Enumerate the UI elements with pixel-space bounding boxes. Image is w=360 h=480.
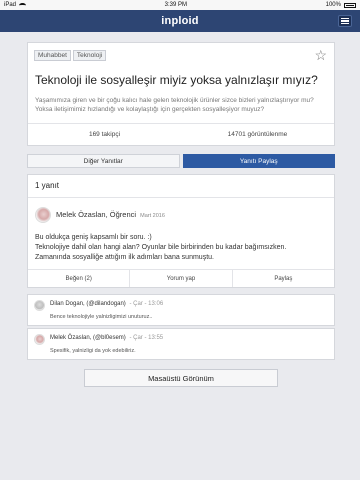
answer-card: 1 yanıt Melek Özaslan, Öğrenci Mart 2016… (27, 174, 335, 288)
comment-button[interactable]: Yorum yap (129, 270, 231, 287)
answer-date: Mart 2016 (140, 213, 165, 219)
avatar[interactable] (35, 207, 51, 223)
question-description: Yaşamımıza giren ve bir çoğu kalıcı hale… (35, 97, 314, 113)
views-count: 14701 görüntülenme (227, 131, 288, 138)
like-button[interactable]: Beğen (2) (28, 270, 129, 287)
question-card: Muhabbet Teknoloji ☆ Teknoloji ile sosya… (27, 42, 335, 146)
comment-date: - Çar - 13:06 (129, 301, 164, 307)
desktop-view-button[interactable]: Masaüstü Görünüm (84, 369, 278, 387)
tab-share-answer[interactable]: Yanıtı Paylaş (182, 154, 335, 168)
favorite-star-icon[interactable]: ☆ (314, 48, 327, 62)
menu-button[interactable] (338, 15, 352, 27)
tag-list: Muhabbet Teknoloji (34, 50, 107, 61)
comment-text: Spesifik, yalnizligi da yok edebiliriz. (50, 348, 136, 354)
avatar[interactable] (34, 334, 45, 345)
clock: 3:39 PM (164, 2, 187, 8)
battery-indicator: 100% (326, 2, 356, 8)
tab-other-answers[interactable]: Diğer Yanıtlar (27, 154, 180, 168)
comment-item: Dilan Dogan, (@dilandogan) - Çar - 13:06… (27, 294, 335, 326)
comment-author[interactable]: Melek Özaslan, (@bl0esem) (50, 335, 126, 341)
comment-list: Dilan Dogan, (@dilandogan) - Çar - 13:06… (27, 294, 335, 360)
question-title: Teknoloji ile sosyalleşir miyiz yoksa ya… (35, 73, 318, 87)
comment-author-line: Dilan Dogan, (@dilandogan) - Çar - 13:06 (50, 301, 163, 307)
hamburger-icon-line (341, 20, 349, 22)
hamburger-icon-line (341, 23, 349, 25)
wifi-icon (19, 2, 27, 8)
battery-icon (343, 2, 356, 8)
divider (28, 197, 334, 198)
hamburger-icon-line (341, 17, 349, 19)
answer-count: 1 yanıt (35, 181, 60, 190)
answer-author-line: Melek Özaslan, Öğrenci Mart 2016 (56, 210, 165, 219)
answer-actions: Beğen (2) Yorum yap Paylaş (28, 269, 334, 287)
answer-line: Zamanında sosyalliğe attığım ilk adımlar… (35, 253, 214, 261)
answer-author[interactable]: Melek Özaslan, Öğrenci (56, 210, 136, 219)
share-button[interactable]: Paylaş (231, 270, 334, 287)
tag-teknoloji[interactable]: Teknoloji (72, 50, 107, 61)
avatar[interactable] (34, 300, 45, 311)
answer-body: Bu oldukça geniş kapsamlı bir soru. :) T… (35, 233, 326, 262)
comment-date: - Çar - 13:55 (129, 335, 164, 341)
question-stats: 169 takipçi 14701 görüntülenme (28, 123, 334, 145)
carrier-indicator: iPad (4, 2, 27, 8)
comment-item: Melek Özaslan, (@bl0esem) - Çar - 13:55 … (27, 328, 335, 360)
followers-count[interactable]: 169 takipçi (28, 124, 181, 145)
comment-author[interactable]: Dilan Dogan, (@dilandogan) (50, 301, 126, 307)
tag-muhabbet[interactable]: Muhabbet (34, 50, 71, 61)
carrier-label: iPad (4, 2, 17, 8)
answer-line: Bu oldukça geniş kapsamlı bir soru. :) (35, 234, 152, 241)
answer-line: Teknolojiye dahil olan hangi alan? Oyunl… (35, 243, 287, 251)
status-bar: iPad 3:39 PM 100% (0, 0, 360, 10)
battery-label: 100% (325, 2, 341, 8)
top-navbar: inploid (0, 10, 360, 32)
comment-text: Bence teknolojiyle yalnizligimizi unutur… (50, 314, 153, 320)
answer-tabs: Diğer Yanıtlar Yanıtı Paylaş (27, 154, 335, 168)
app-logo[interactable]: inploid (161, 15, 198, 27)
comment-author-line: Melek Özaslan, (@bl0esem) - Çar - 13:55 (50, 335, 163, 341)
